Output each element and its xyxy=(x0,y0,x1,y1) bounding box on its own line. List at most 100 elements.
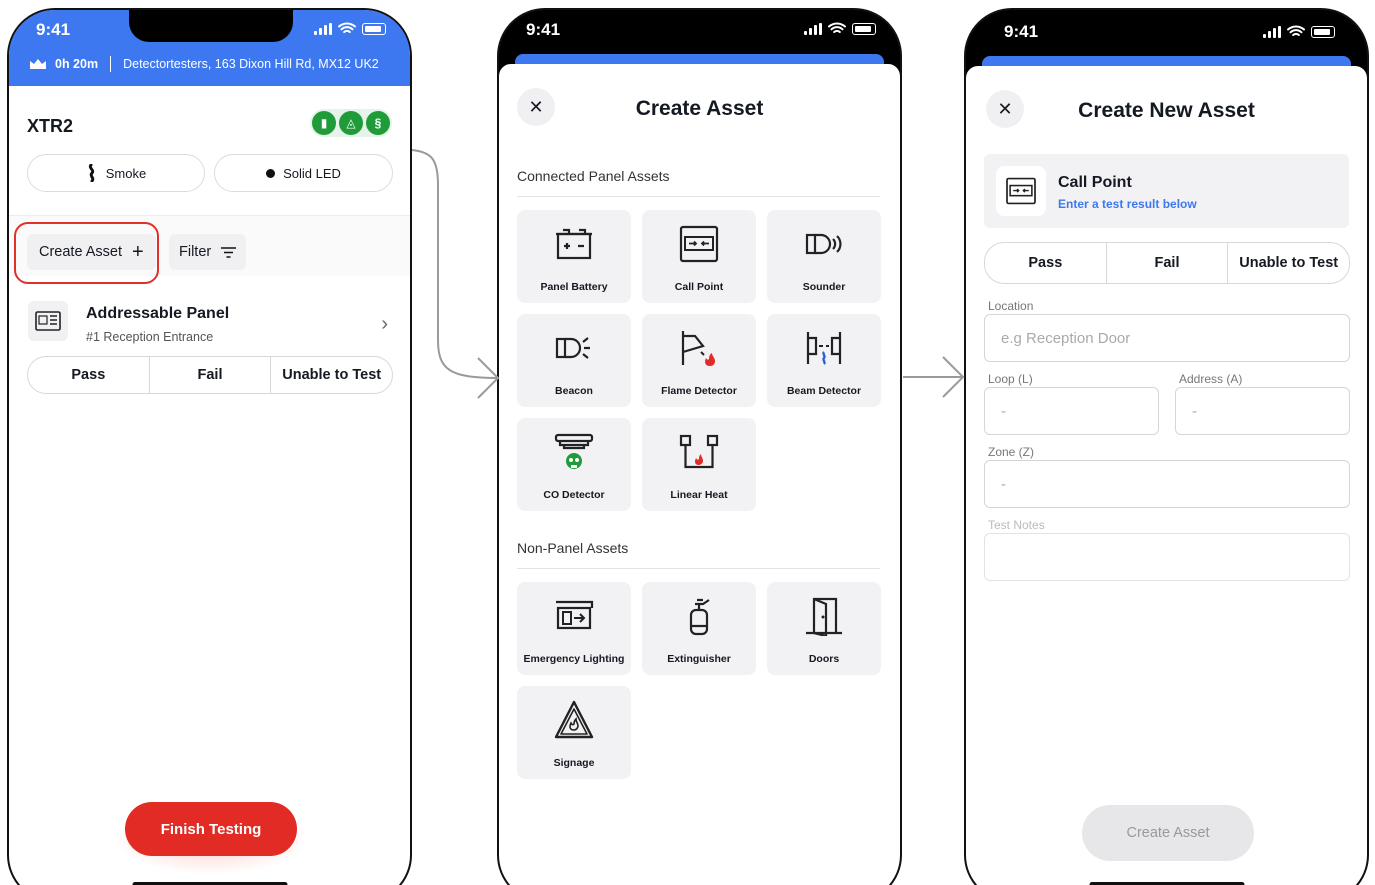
filter-button[interactable]: Filter xyxy=(169,234,247,270)
asset-tile-doors[interactable]: Doors xyxy=(767,582,881,675)
finish-testing-button[interactable]: Finish Testing xyxy=(125,802,297,856)
filter-icon xyxy=(221,246,237,258)
zone-label: Zone (Z) xyxy=(988,445,1035,459)
unable-to-test-button[interactable]: Unable to Test xyxy=(1228,243,1349,283)
session-duration: 0h 20m xyxy=(55,57,99,71)
asset-tile-panel-battery[interactable]: Panel Battery xyxy=(517,210,631,303)
call-point-icon xyxy=(679,225,719,263)
sounder-icon xyxy=(805,233,842,255)
selected-asset-card: Call Point Enter a test result below xyxy=(984,154,1349,228)
phone-screen-create-new-asset: 9:41 ✕ Create New Asset Call Point Enter… xyxy=(964,8,1369,885)
asset-tile-extinguisher[interactable]: Extinguisher xyxy=(642,582,756,675)
battery-icon xyxy=(1311,25,1335,38)
signal-icon xyxy=(314,22,332,35)
create-asset-sheet: ✕ Create Asset Connected Panel Assets Pa… xyxy=(499,64,900,885)
tile-label: Linear Heat xyxy=(670,489,728,501)
asset-tile-emergency-lighting[interactable]: Emergency Lighting xyxy=(517,582,631,675)
session-info: 0h 20m Detectortesters, 163 Dixon Hill R… xyxy=(29,56,379,72)
led-pill-label: Solid LED xyxy=(283,165,341,181)
address-label: Address (A) xyxy=(1179,372,1243,386)
loop-label: Loop (L) xyxy=(988,372,1033,386)
tile-label: Panel Battery xyxy=(540,281,608,293)
section-connected: Connected Panel Assets xyxy=(517,168,670,184)
arrowhead-1 xyxy=(477,357,500,399)
divider xyxy=(517,196,880,197)
status-icons xyxy=(804,22,876,35)
notch xyxy=(129,10,293,42)
create-asset-highlight xyxy=(14,222,159,284)
emergency-lighting-icon xyxy=(556,600,594,630)
section-non-panel: Non-Panel Assets xyxy=(517,540,629,556)
pass-button[interactable]: Pass xyxy=(985,243,1107,283)
signal-icon xyxy=(804,22,822,35)
status-time: 9:41 xyxy=(1004,22,1039,41)
flame-detector-icon xyxy=(681,331,715,366)
smoke-pill[interactable]: Smoke xyxy=(27,154,205,192)
tile-label: Emergency Lighting xyxy=(523,653,625,665)
device-card xyxy=(9,86,410,216)
divider xyxy=(517,568,880,569)
asset-tile-co-detector[interactable]: CO Detector xyxy=(517,418,631,511)
wifi-icon xyxy=(828,22,846,33)
notes-label: Test Notes xyxy=(988,518,1045,532)
asset-tile-flame-detector[interactable]: Flame Detector xyxy=(642,314,756,407)
signage-icon xyxy=(554,700,594,739)
smoke-badge-icon: § xyxy=(366,111,390,135)
asset-tile-call-point[interactable]: Call Point xyxy=(642,210,756,303)
status-badges: ▮ ◬ § xyxy=(310,109,392,137)
create-new-asset-sheet: ✕ Create New Asset Call Point Enter a te… xyxy=(966,66,1367,885)
asset-name[interactable]: Addressable Panel xyxy=(86,305,229,323)
battery-icon xyxy=(362,22,386,35)
divider xyxy=(110,56,112,72)
status-time: 9:41 xyxy=(36,20,71,39)
status-icons xyxy=(1263,25,1335,38)
tile-label: Call Point xyxy=(674,281,724,293)
status-time: 9:41 xyxy=(526,20,561,39)
extinguisher-icon xyxy=(689,598,710,636)
door-icon xyxy=(806,597,842,636)
site-address: Detectortesters, 163 Dixon Hill Rd, MX12… xyxy=(123,57,379,71)
modal-title: Create Asset xyxy=(635,97,764,120)
battery-icon xyxy=(852,22,876,35)
chevron-right-icon[interactable]: › xyxy=(381,313,388,336)
tile-label: Signage xyxy=(553,757,595,769)
filter-label: Filter xyxy=(179,244,212,260)
panel-battery-icon xyxy=(556,228,592,260)
create-asset-submit-button[interactable]: Create Asset xyxy=(1082,805,1254,861)
drop-icon: ◬ xyxy=(339,111,363,135)
pass-button[interactable]: Pass xyxy=(28,357,150,393)
location-input[interactable]: e.g Reception Door xyxy=(984,314,1350,362)
wifi-icon xyxy=(338,22,356,33)
asset-type-name: Call Point xyxy=(1058,174,1132,191)
notes-input[interactable] xyxy=(984,533,1350,581)
tile-label: Sounder xyxy=(802,281,846,293)
led-pill[interactable]: Solid LED xyxy=(214,154,393,192)
fail-button[interactable]: Fail xyxy=(150,357,272,393)
smoke-icon xyxy=(88,164,95,182)
result-segment: Pass Fail Unable to Test xyxy=(984,242,1350,284)
result-segment: Pass Fail Unable to Test xyxy=(27,356,393,394)
led-dot-icon xyxy=(266,168,276,178)
call-point-icon xyxy=(996,166,1046,216)
asset-hint: Enter a test result below xyxy=(1058,197,1197,211)
loop-input[interactable]: - xyxy=(984,387,1159,435)
smoke-pill-label: Smoke xyxy=(105,165,147,181)
tile-label: Extinguisher xyxy=(667,653,731,665)
phone-screen-create-asset: 9:41 ✕ Create Asset Connected Panel Asse… xyxy=(497,8,902,885)
beam-detector-icon xyxy=(806,332,842,365)
asset-subtitle: #1 Reception Entrance xyxy=(86,330,214,344)
panel-icon xyxy=(28,301,68,341)
device-status-icon: ▮ xyxy=(312,111,336,135)
fail-button[interactable]: Fail xyxy=(1107,243,1229,283)
address-input[interactable]: - xyxy=(1175,387,1350,435)
signal-icon xyxy=(1263,25,1281,38)
unable-to-test-button[interactable]: Unable to Test xyxy=(271,357,392,393)
zone-input[interactable]: - xyxy=(984,460,1350,508)
tile-label: Beacon xyxy=(555,385,593,397)
asset-tile-sounder[interactable]: Sounder xyxy=(767,210,881,303)
asset-tile-beacon[interactable]: Beacon xyxy=(517,314,631,407)
asset-tile-signage[interactable]: Signage xyxy=(517,686,631,779)
asset-tile-beam-detector[interactable]: Beam Detector xyxy=(767,314,881,407)
tile-label: Beam Detector xyxy=(786,385,862,397)
asset-tile-linear-heat[interactable]: Linear Heat xyxy=(642,418,756,511)
